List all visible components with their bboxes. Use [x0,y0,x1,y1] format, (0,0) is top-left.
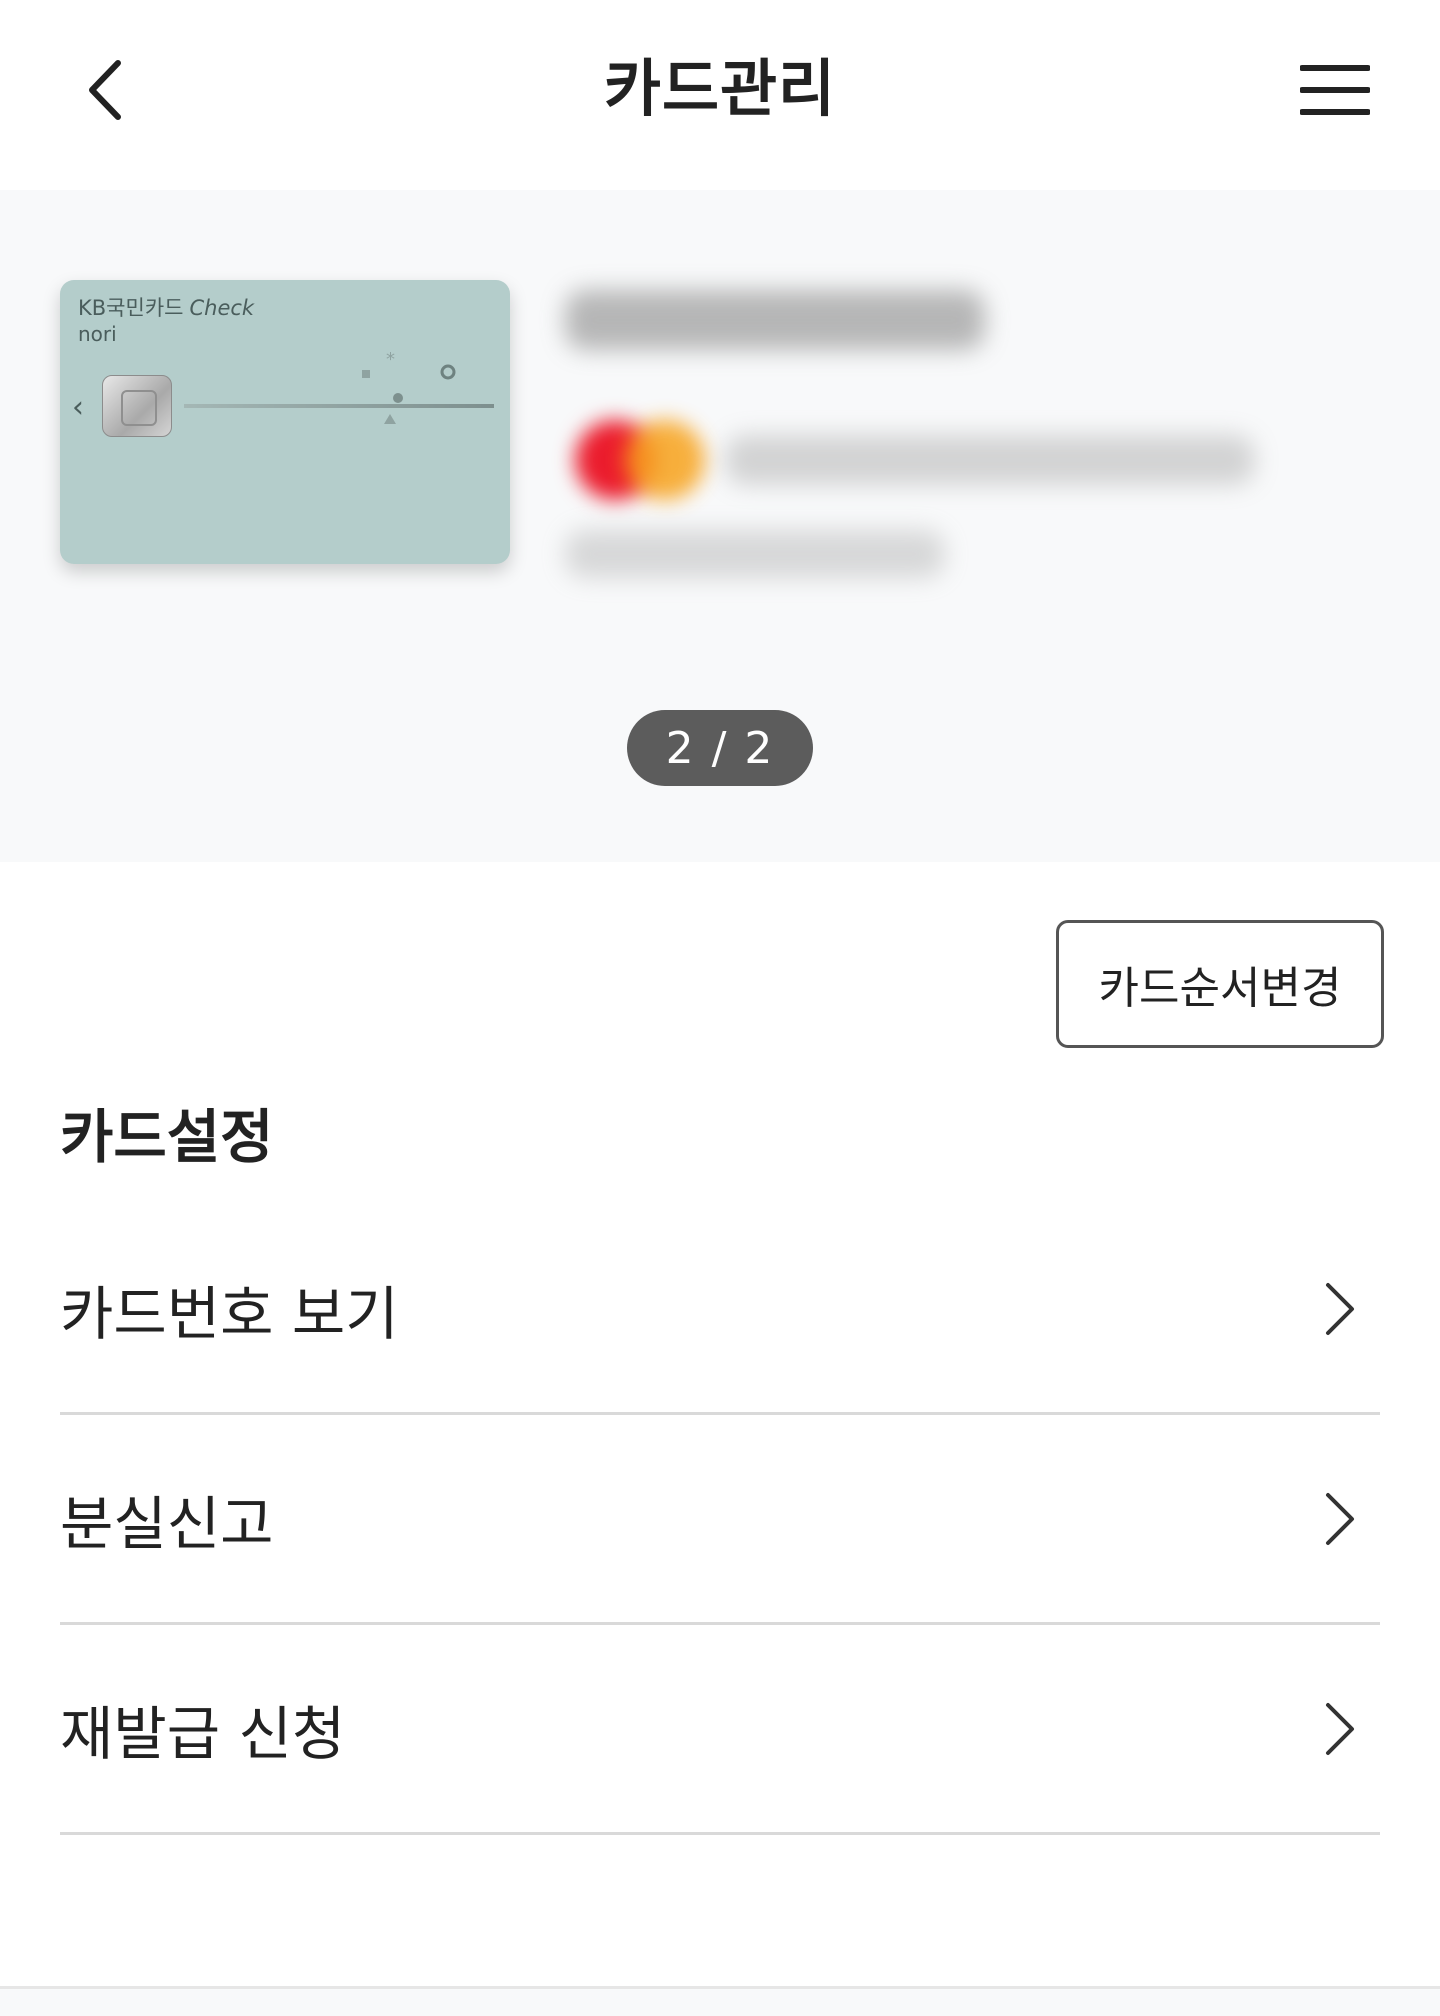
page-indicator: 2 / 2 [627,710,813,786]
report-lost-item[interactable]: 분실신고 [60,1415,1380,1625]
card-management-page: 카드관리 KB국민카드 Check nori ‹ * 2 / 2 카드순서변경 … [0,0,1440,2016]
card-carousel[interactable]: KB국민카드 Check nori ‹ * 2 / 2 [0,190,1440,862]
reissue-request-item[interactable]: 재발급 신청 [60,1625,1380,1835]
app-header: 카드관리 [0,0,1440,190]
card-brand-suffix: Check [189,296,255,320]
chevron-right-icon [1326,1492,1354,1545]
menu-item-label: 재발급 신청 [60,1699,346,1768]
card-order-change-button[interactable]: 카드순서변경 [1056,920,1384,1048]
section-title-card-settings: 카드설정 [60,1103,274,1171]
page-title: 카드관리 [603,52,837,125]
card-prev-arrow-icon: ‹ [72,390,84,425]
hamburger-menu-icon [1300,65,1370,115]
card-settings-list: 카드번호 보기 분실신고 재발급 신청 [60,1205,1380,1835]
menu-item-label: 분실신고 [60,1489,274,1558]
card-info-masked [555,270,1275,600]
chevron-right-icon [1326,1282,1354,1335]
card-decoration-icon: * [362,350,456,424]
mastercard-logo-overlap-icon [625,420,705,500]
card-chip-icon [102,375,172,437]
view-card-number-item[interactable]: 카드번호 보기 [60,1205,1380,1415]
menu-item-label: 카드번호 보기 [60,1279,399,1348]
chevron-right-icon [1326,1702,1354,1755]
card-brand: KB국민카드 Check [78,292,254,322]
card-product-name: nori [78,322,117,346]
menu-button[interactable] [1290,45,1380,135]
card-brand-name: KB국민카드 [78,296,184,320]
bottom-area [0,1989,1440,2016]
svg-text:*: * [386,350,395,370]
card-image[interactable]: KB국민카드 Check nori ‹ * [60,280,510,564]
